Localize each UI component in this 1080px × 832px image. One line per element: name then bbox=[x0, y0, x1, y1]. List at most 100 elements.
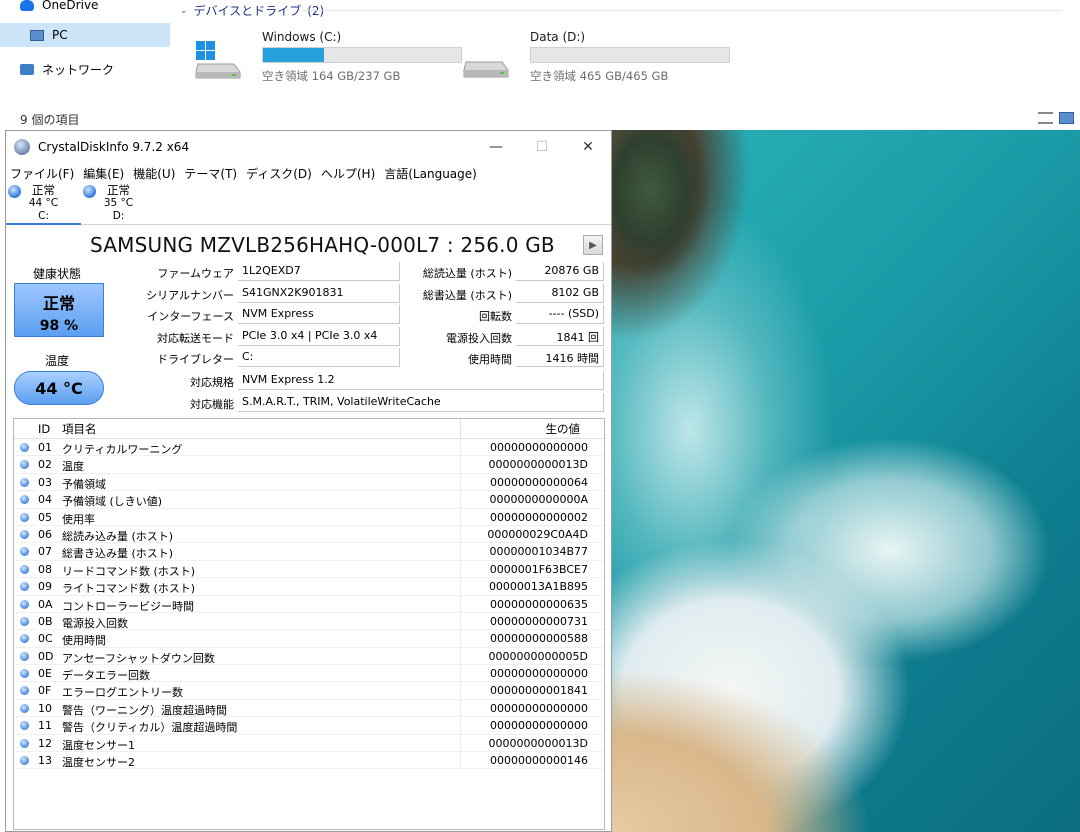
attribute-id: 07 bbox=[38, 545, 52, 559]
attribute-raw-value: 00000013A1B895 bbox=[488, 580, 588, 594]
table-row[interactable]: 0C 使用時間 00000000000588 bbox=[14, 630, 604, 648]
attribute-name: 総読み込み量 (ホスト) bbox=[62, 529, 174, 543]
disk-tab-d[interactable]: 正常 35 °C D: bbox=[81, 183, 156, 225]
attribute-id: 0B bbox=[38, 614, 53, 628]
table-row[interactable]: 11 警告（クリティカル）温度超過時間 00000000000000 bbox=[14, 717, 604, 735]
explorer-content: ⌄ デバイスとドライブ (2) Windows (C:) 空き領域 164 GB… bbox=[172, 0, 1080, 108]
table-row[interactable]: 04 予備領域 (しきい値) 0000000000000A bbox=[14, 491, 604, 509]
status-good-icon bbox=[20, 686, 29, 696]
minimize-button[interactable]: — bbox=[473, 131, 519, 163]
attribute-id: 0C bbox=[38, 632, 53, 646]
table-row[interactable]: 0B 電源投入回数 00000000000731 bbox=[14, 612, 604, 631]
info-label-serial: シリアルナンバー bbox=[146, 289, 234, 302]
column-divider bbox=[460, 473, 461, 491]
drive-d[interactable]: Data (D:) 空き領域 465 GB/465 GB bbox=[462, 30, 730, 90]
menu-item[interactable]: テーマ(T) bbox=[184, 165, 237, 182]
drive-c[interactable]: Windows (C:) 空き領域 164 GB/237 GB bbox=[194, 30, 462, 90]
info-label-host-reads: 総読込量 (ホスト) bbox=[422, 267, 512, 280]
table-row[interactable]: 0D アンセーフシャットダウン回数 0000000000005D bbox=[14, 647, 604, 666]
table-row[interactable]: 05 使用率 00000000000002 bbox=[14, 508, 604, 526]
attribute-name: 総書き込み量 (ホスト) bbox=[62, 547, 174, 561]
info-label-firmware: ファームウェア bbox=[157, 267, 234, 280]
window-controls: — ☐ ✕ bbox=[473, 131, 611, 163]
column-divider bbox=[460, 630, 461, 647]
menu-item[interactable]: ファイル(F) bbox=[10, 165, 74, 182]
column-divider bbox=[460, 439, 461, 456]
attribute-id: 0F bbox=[38, 684, 52, 698]
column-divider bbox=[460, 456, 461, 473]
nav-item-network[interactable]: ネットワーク bbox=[20, 57, 114, 81]
attribute-name: 予備領域 bbox=[62, 477, 106, 491]
table-row[interactable]: 08 リードコマンド数 (ホスト) 0000001F63BCE7 bbox=[14, 560, 604, 579]
drive-usage-bar bbox=[530, 47, 730, 63]
nav-item-label: ネットワーク bbox=[42, 62, 115, 77]
table-row[interactable]: 02 温度 0000000000013D bbox=[14, 456, 604, 474]
menu-item[interactable]: ヘルプ(H) bbox=[321, 165, 375, 182]
attribute-raw-value: 00000000000588 bbox=[490, 632, 588, 646]
drive-usage-fill bbox=[263, 48, 325, 62]
status-good-icon bbox=[20, 651, 29, 661]
column-header-id[interactable]: ID bbox=[38, 422, 50, 436]
temperature-button[interactable]: 44 °C bbox=[14, 371, 104, 405]
smart-attributes-table[interactable]: ID 項目名 生の値 01 クリティカルワーニング 00000000000000 02… bbox=[13, 418, 605, 830]
attribute-raw-value: 00000000000064 bbox=[490, 475, 588, 489]
disk-tab-c[interactable]: 正常 44 °C C: bbox=[6, 183, 81, 225]
table-row[interactable]: 03 予備領域 00000000000064 bbox=[14, 473, 604, 492]
desktop-wallpaper bbox=[610, 130, 1080, 832]
attribute-name: 温度 bbox=[62, 460, 84, 474]
attribute-name: 温度センサー1 bbox=[62, 738, 135, 752]
attribute-raw-value: 00000000000635 bbox=[490, 597, 588, 611]
maximize-button[interactable]: ☐ bbox=[519, 131, 565, 163]
column-divider bbox=[460, 682, 461, 699]
table-row[interactable]: 10 警告（ワーニング）温度超過時間 00000000000000 bbox=[14, 699, 604, 718]
disk-letter: C: bbox=[38, 210, 49, 222]
nav-item-label: OneDrive bbox=[42, 0, 99, 12]
table-row[interactable]: 0F エラーログエントリー数 00000000001841 bbox=[14, 682, 604, 700]
menu-item[interactable]: 編集(E) bbox=[83, 165, 124, 182]
attribute-name: 警告（ワーニング）温度超過時間 bbox=[62, 703, 227, 717]
table-row[interactable]: 0E データエラー回数 00000000000000 bbox=[14, 665, 604, 683]
attribute-id: 0E bbox=[38, 667, 52, 681]
item-count: 9 個の項目 bbox=[20, 112, 80, 127]
menu-item[interactable]: ディスク(D) bbox=[246, 165, 312, 182]
attribute-name: 電源投入回数 bbox=[62, 616, 128, 630]
details-view-icon[interactable] bbox=[1038, 112, 1053, 124]
menu-item[interactable]: 機能(U) bbox=[133, 165, 175, 182]
table-row[interactable]: 07 総書き込み量 (ホスト) 00000001034B77 bbox=[14, 543, 604, 561]
table-row[interactable]: 06 総読み込み量 (ホスト) 000000029C0A4D bbox=[14, 525, 604, 544]
table-row[interactable]: 13 温度センサー2 00000000000146 bbox=[14, 752, 604, 770]
column-header-name[interactable]: 項目名 bbox=[62, 421, 97, 437]
status-good-icon bbox=[20, 599, 29, 609]
pc-icon bbox=[30, 29, 44, 41]
attribute-id: 04 bbox=[38, 493, 52, 507]
table-row[interactable]: 12 温度センサー1 0000000000013D bbox=[14, 734, 604, 753]
column-divider bbox=[460, 595, 461, 612]
nav-item-onedrive[interactable]: OneDrive bbox=[20, 0, 98, 17]
large-icons-view-icon[interactable] bbox=[1059, 112, 1074, 124]
status-good-icon bbox=[20, 756, 29, 766]
attribute-raw-value: 00000000000000 bbox=[490, 701, 588, 715]
health-status-button[interactable]: 正常 98 % bbox=[14, 283, 104, 337]
status-bar: 9 個の項目 bbox=[0, 108, 1080, 130]
table-row[interactable]: 09 ライトコマンド数 (ホスト) 00000013A1B895 bbox=[14, 578, 604, 596]
status-good-icon bbox=[20, 460, 29, 470]
status-good-icon bbox=[20, 669, 29, 679]
next-disk-button[interactable]: ▶ bbox=[583, 235, 603, 255]
table-row[interactable]: 0A コントローラービジー時間 00000000000635 bbox=[14, 595, 604, 613]
attribute-raw-value: 00000000000000 bbox=[490, 441, 588, 454]
info-label-power-on-hours: 使用時間 bbox=[468, 353, 512, 366]
nav-item-label: PC bbox=[52, 28, 68, 42]
attribute-raw-value: 00000000000146 bbox=[490, 754, 588, 768]
column-divider bbox=[460, 419, 461, 439]
disk-temperature: 35 °C bbox=[103, 197, 134, 209]
close-button[interactable]: ✕ bbox=[565, 131, 611, 163]
status-good-icon bbox=[20, 512, 29, 522]
attribute-raw-value: 0000000000000A bbox=[489, 493, 588, 507]
menu-item[interactable]: 言語(Language) bbox=[384, 165, 477, 182]
attribute-name: 使用時間 bbox=[62, 634, 106, 648]
nav-item-pc[interactable]: PC bbox=[0, 23, 170, 47]
column-header-raw[interactable]: 生の値 bbox=[546, 421, 581, 437]
table-row[interactable]: 01 クリティカルワーニング 00000000000000 bbox=[14, 439, 604, 457]
attribute-id: 03 bbox=[38, 475, 52, 489]
title-bar[interactable]: CrystalDiskInfo 9.7.2 x64 — ☐ ✕ bbox=[6, 131, 611, 163]
